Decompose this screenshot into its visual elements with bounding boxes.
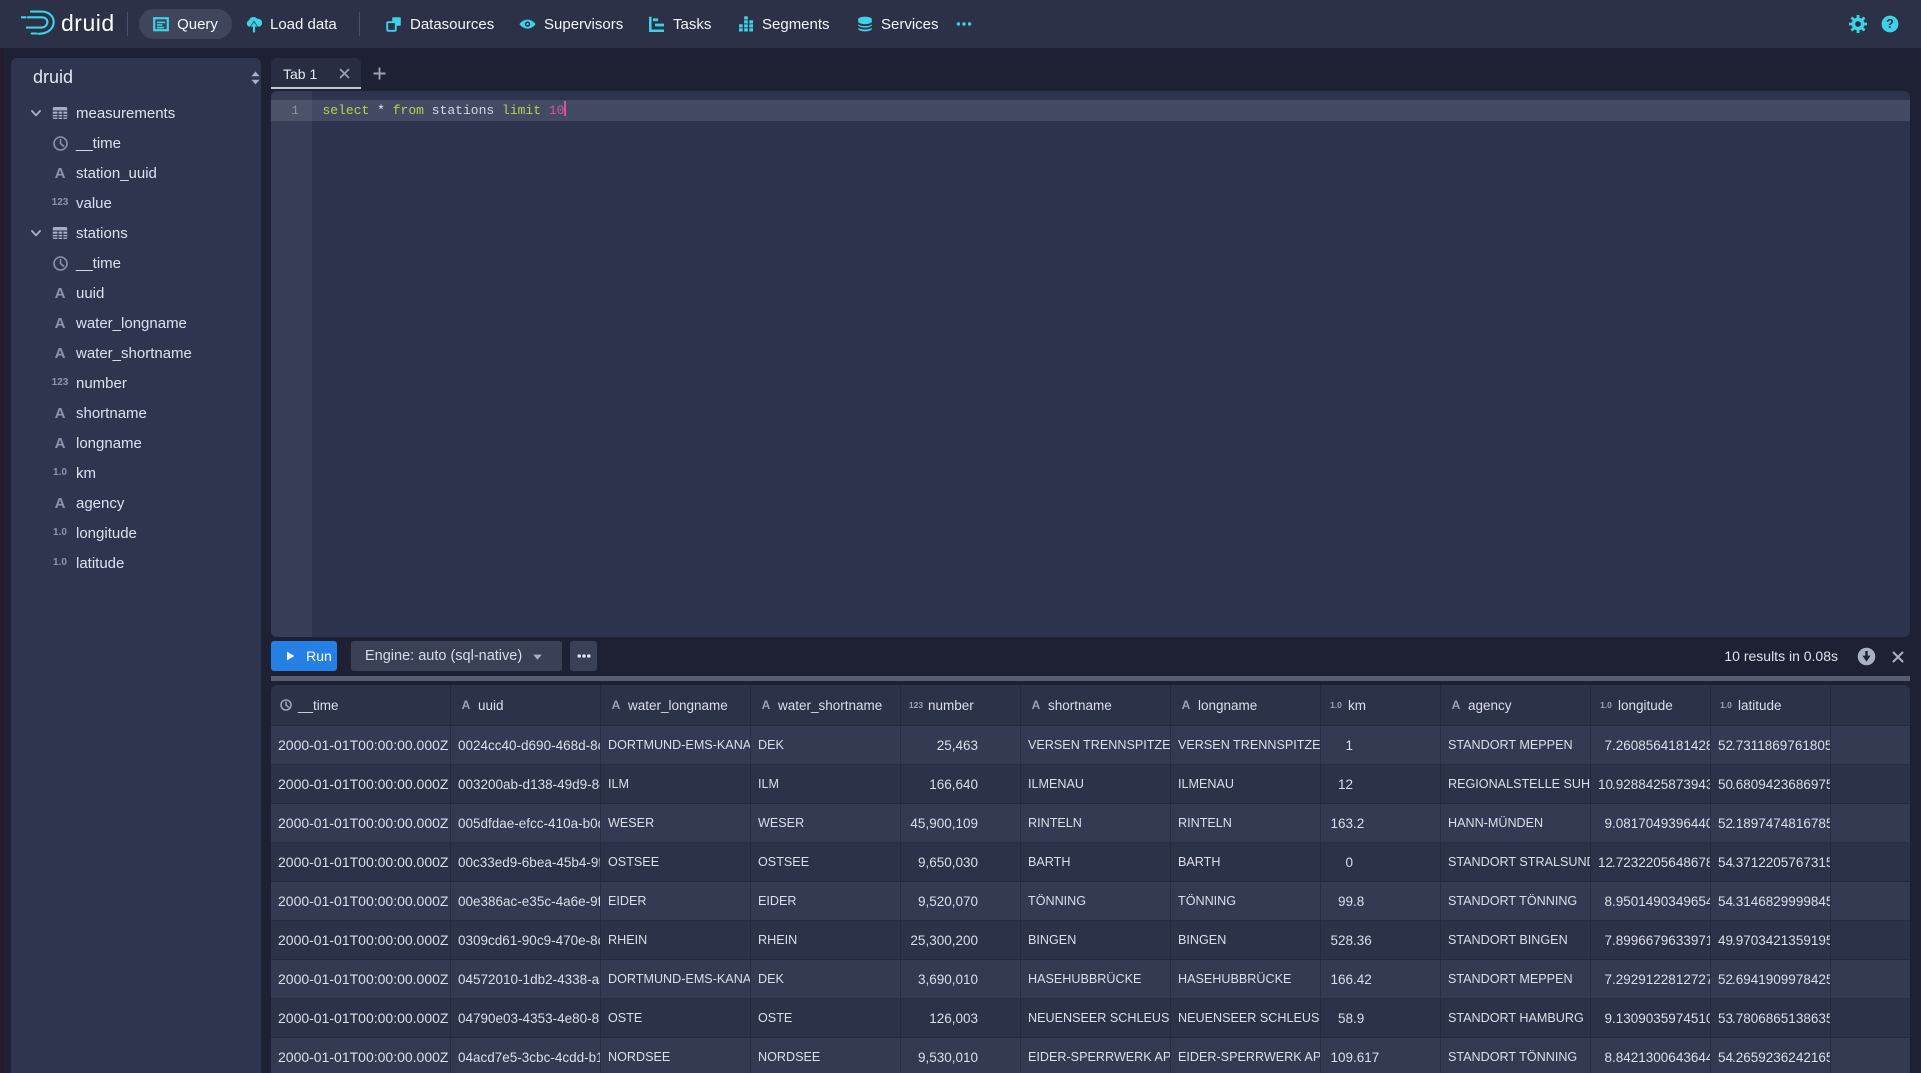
svg-text:?: ?: [1886, 16, 1894, 31]
